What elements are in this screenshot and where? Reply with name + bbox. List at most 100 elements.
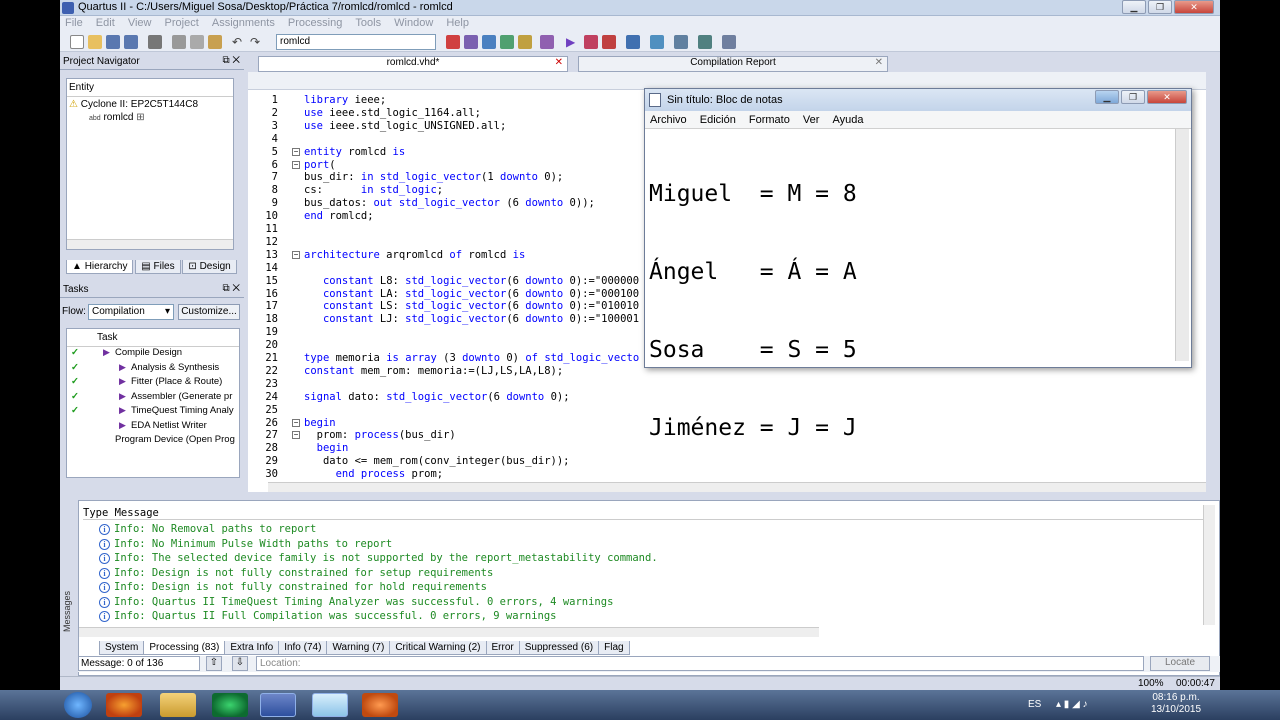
message-tab[interactable]: Flag	[598, 641, 630, 655]
menu-view[interactable]: View	[123, 16, 157, 30]
menu-edit[interactable]: Edit	[91, 16, 120, 30]
message-tab[interactable]: Suppressed (6)	[518, 641, 600, 655]
new-icon[interactable]	[70, 35, 84, 49]
firefox-taskbar-icon[interactable]	[106, 693, 142, 717]
message-tab[interactable]: System	[99, 641, 145, 655]
fold-toggle-icon[interactable]: −	[292, 431, 300, 440]
messages-h-scrollbar[interactable]	[79, 627, 819, 637]
notepad-menu-ver[interactable]: Ver	[798, 111, 825, 129]
top-entity-row[interactable]: abd romlcd ⊞	[67, 112, 233, 123]
close-button[interactable]: ✕	[1174, 0, 1214, 14]
message-tab[interactable]: Info (74)	[278, 641, 328, 655]
tree-h-scrollbar[interactable]	[67, 239, 233, 249]
notepad-maximize-button[interactable]: ❐	[1121, 90, 1145, 104]
menu-file[interactable]: File	[60, 16, 88, 30]
tab-close-icon[interactable]: ✕	[555, 57, 563, 68]
fold-toggle-icon[interactable]: −	[292, 160, 300, 169]
notepad-close-button[interactable]: ✕	[1147, 90, 1187, 104]
task-item[interactable]: ✓ ▶ Analysis & Synthesis	[67, 362, 239, 377]
down-arrow-icon[interactable]: ⇩	[232, 656, 248, 671]
menu-assignments[interactable]: Assignments	[207, 16, 280, 30]
menu-processing[interactable]: Processing	[283, 16, 347, 30]
assignment-icon[interactable]	[482, 35, 496, 49]
messages-v-scrollbar[interactable]	[1203, 505, 1215, 625]
task-item[interactable]: Program Device (Open Prog	[67, 434, 239, 449]
language-indicator[interactable]: ES	[1028, 699, 1041, 710]
rtl-viewer-icon[interactable]	[626, 35, 640, 49]
save-all-icon[interactable]	[124, 35, 138, 49]
megawizard-icon[interactable]	[698, 35, 712, 49]
open-icon[interactable]	[88, 35, 102, 49]
panel-close-icon[interactable]: ⧉ ✕	[222, 55, 240, 66]
customize-button[interactable]: Customize...	[178, 304, 240, 320]
notepad-menu-archivo[interactable]: Archivo	[645, 111, 692, 129]
menu-help[interactable]: Help	[441, 16, 474, 30]
message-tab[interactable]: Critical Warning (2)	[389, 641, 487, 655]
notepad-text-area[interactable]: Miguel = M = 8 Ángel = Á = A Sosa = S = …	[649, 129, 1173, 441]
task-item[interactable]: ✓ ▶ Fitter (Place & Route)	[67, 376, 239, 391]
app-taskbar-icon[interactable]	[362, 693, 398, 717]
menu-window[interactable]: Window	[389, 16, 438, 30]
tasks-close-icon[interactable]: ⧉ ✕	[222, 283, 240, 294]
notepad-taskbar-icon[interactable]	[312, 693, 348, 717]
redo-icon[interactable]: ↷	[250, 35, 264, 49]
system-clock[interactable]: 08:16 p.m. 13/10/2015	[1148, 692, 1204, 716]
chip-planner-icon[interactable]	[518, 35, 532, 49]
entity-select[interactable]: romlcd	[276, 34, 436, 50]
notepad-menu-formato[interactable]: Formato	[744, 111, 795, 129]
maximize-button[interactable]: ❐	[1148, 0, 1172, 14]
tab-design[interactable]: ⊡ Design	[182, 260, 237, 274]
signaltap-icon[interactable]	[674, 35, 688, 49]
task-item[interactable]: ✓ ▶ TimeQuest Timing Analy	[67, 405, 239, 420]
locate-button[interactable]: Locate	[1150, 656, 1210, 671]
start-compilation-icon[interactable]: ▶	[566, 35, 580, 49]
tab-compilation-report[interactable]: Compilation Report ✕	[578, 56, 888, 72]
fold-toggle-icon[interactable]: −	[292, 418, 300, 427]
message-tab[interactable]: Error	[485, 641, 520, 655]
tab-hierarchy[interactable]: ▲ Hierarchy	[66, 260, 134, 274]
help-icon[interactable]	[722, 35, 736, 49]
explorer-taskbar-icon[interactable]	[160, 693, 196, 717]
undo-icon[interactable]: ↶	[232, 35, 246, 49]
message-row[interactable]: i Info: Quartus II Full Compilation was s…	[99, 610, 557, 622]
message-tab[interactable]: Processing (83)	[143, 641, 226, 655]
message-tab[interactable]: Warning (7)	[326, 641, 391, 655]
timequest-icon[interactable]	[602, 35, 616, 49]
quartus-taskbar-icon[interactable]	[260, 693, 296, 717]
settings-icon[interactable]	[464, 35, 478, 49]
message-row[interactable]: i Info: No Removal paths to report	[99, 523, 316, 535]
start-button-icon[interactable]	[64, 692, 92, 718]
task-item[interactable]: ✓ ▶ Assembler (Generate pr	[67, 391, 239, 406]
notepad-minimize-button[interactable]: ▁	[1095, 90, 1119, 104]
minimize-button[interactable]: ▁	[1122, 0, 1146, 14]
device-row[interactable]: ⚠ Cyclone II: EP2C5T144C8	[67, 97, 233, 112]
pin-planner-icon[interactable]	[500, 35, 514, 49]
message-row[interactable]: i Info: No Minimum Pulse Width paths to r…	[99, 538, 392, 550]
up-arrow-icon[interactable]: ⇧	[206, 656, 222, 671]
analysis-icon[interactable]	[540, 35, 554, 49]
tab-files[interactable]: ▤ Files	[135, 260, 181, 274]
tray-icons[interactable]: ▴ ▮ ◢ ♪	[1056, 699, 1088, 710]
notepad-v-scrollbar[interactable]	[1175, 129, 1189, 361]
message-row[interactable]: i Info: Design is not fully constrained f…	[99, 581, 487, 593]
cut-icon[interactable]	[172, 35, 186, 49]
message-tab[interactable]: Extra Info	[224, 641, 280, 655]
stop-icon[interactable]	[446, 35, 460, 49]
save-icon[interactable]	[106, 35, 120, 49]
message-row[interactable]: i Info: Quartus II TimeQuest Timing Analy…	[99, 596, 613, 608]
tab-romlcd-vhd[interactable]: romlcd.vhd* ✕	[258, 56, 568, 72]
report-tab-close-icon[interactable]: ✕	[875, 57, 883, 68]
location-field[interactable]: Location:	[256, 656, 1144, 671]
copy-icon[interactable]	[190, 35, 204, 49]
menu-tools[interactable]: Tools	[350, 16, 386, 30]
message-row[interactable]: i Info: The selected device family is not…	[99, 552, 658, 564]
fold-toggle-icon[interactable]: −	[292, 250, 300, 259]
print-icon[interactable]	[148, 35, 162, 49]
notepad-menu-ayuda[interactable]: Ayuda	[828, 111, 869, 129]
fold-toggle-icon[interactable]: −	[292, 147, 300, 156]
notepad-menu-edicion[interactable]: Edición	[695, 111, 741, 129]
programmer-icon[interactable]	[650, 35, 664, 49]
paste-icon[interactable]	[208, 35, 222, 49]
message-row[interactable]: i Info: Design is not fully constrained f…	[99, 567, 493, 579]
spotify-taskbar-icon[interactable]	[212, 693, 248, 717]
